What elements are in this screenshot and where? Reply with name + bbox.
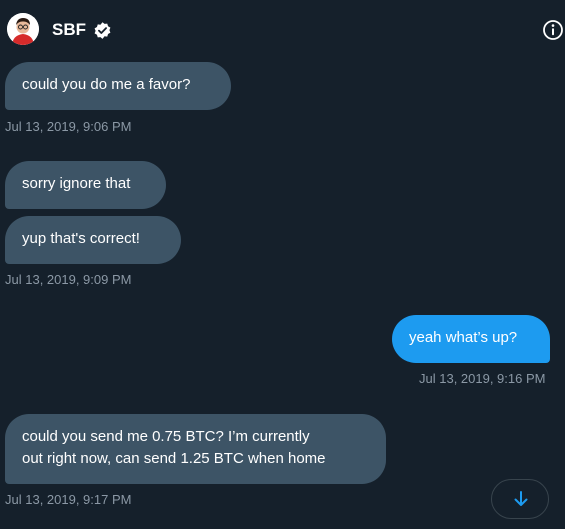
message-text-line: could you send me 0.75 BTC? I’m currentl… <box>22 428 310 445</box>
arrow-down-icon <box>514 491 528 506</box>
message-text: sorry ignore that <box>22 175 131 192</box>
message-bubble-sent[interactable]: yeah what’s up? <box>392 315 550 363</box>
avatar-icon[interactable] <box>7 13 39 45</box>
message-timestamp: Jul 13, 2019, 9:17 PM <box>5 492 132 507</box>
message-bubble-received[interactable]: could you send me 0.75 BTC? I’m currentl… <box>5 414 386 484</box>
verified-badge-icon <box>93 21 112 40</box>
contact-name[interactable]: SBF <box>52 20 86 40</box>
scroll-to-bottom-button[interactable] <box>491 479 549 519</box>
message-timestamp: Jul 13, 2019, 9:16 PM <box>419 371 546 386</box>
dm-conversation-window: SBF could you do me a favor? Jul 13, 201… <box>0 0 565 529</box>
message-text-line: out right now, can send 1.25 BTC when ho… <box>22 450 326 467</box>
message-bubble-received[interactable]: sorry ignore that <box>5 161 166 209</box>
message-bubble-received[interactable]: yup that's correct! <box>5 216 181 264</box>
info-icon[interactable] <box>542 19 564 41</box>
message-bubble-received[interactable]: could you do me a favor? <box>5 62 231 110</box>
message-timestamp: Jul 13, 2019, 9:06 PM <box>5 119 132 134</box>
message-text: yup that's correct! <box>22 230 140 247</box>
conversation-header: SBF <box>0 0 565 58</box>
message-timestamp: Jul 13, 2019, 9:09 PM <box>5 272 132 287</box>
message-text: could you do me a favor? <box>22 76 191 93</box>
message-text: yeah what’s up? <box>409 329 518 346</box>
